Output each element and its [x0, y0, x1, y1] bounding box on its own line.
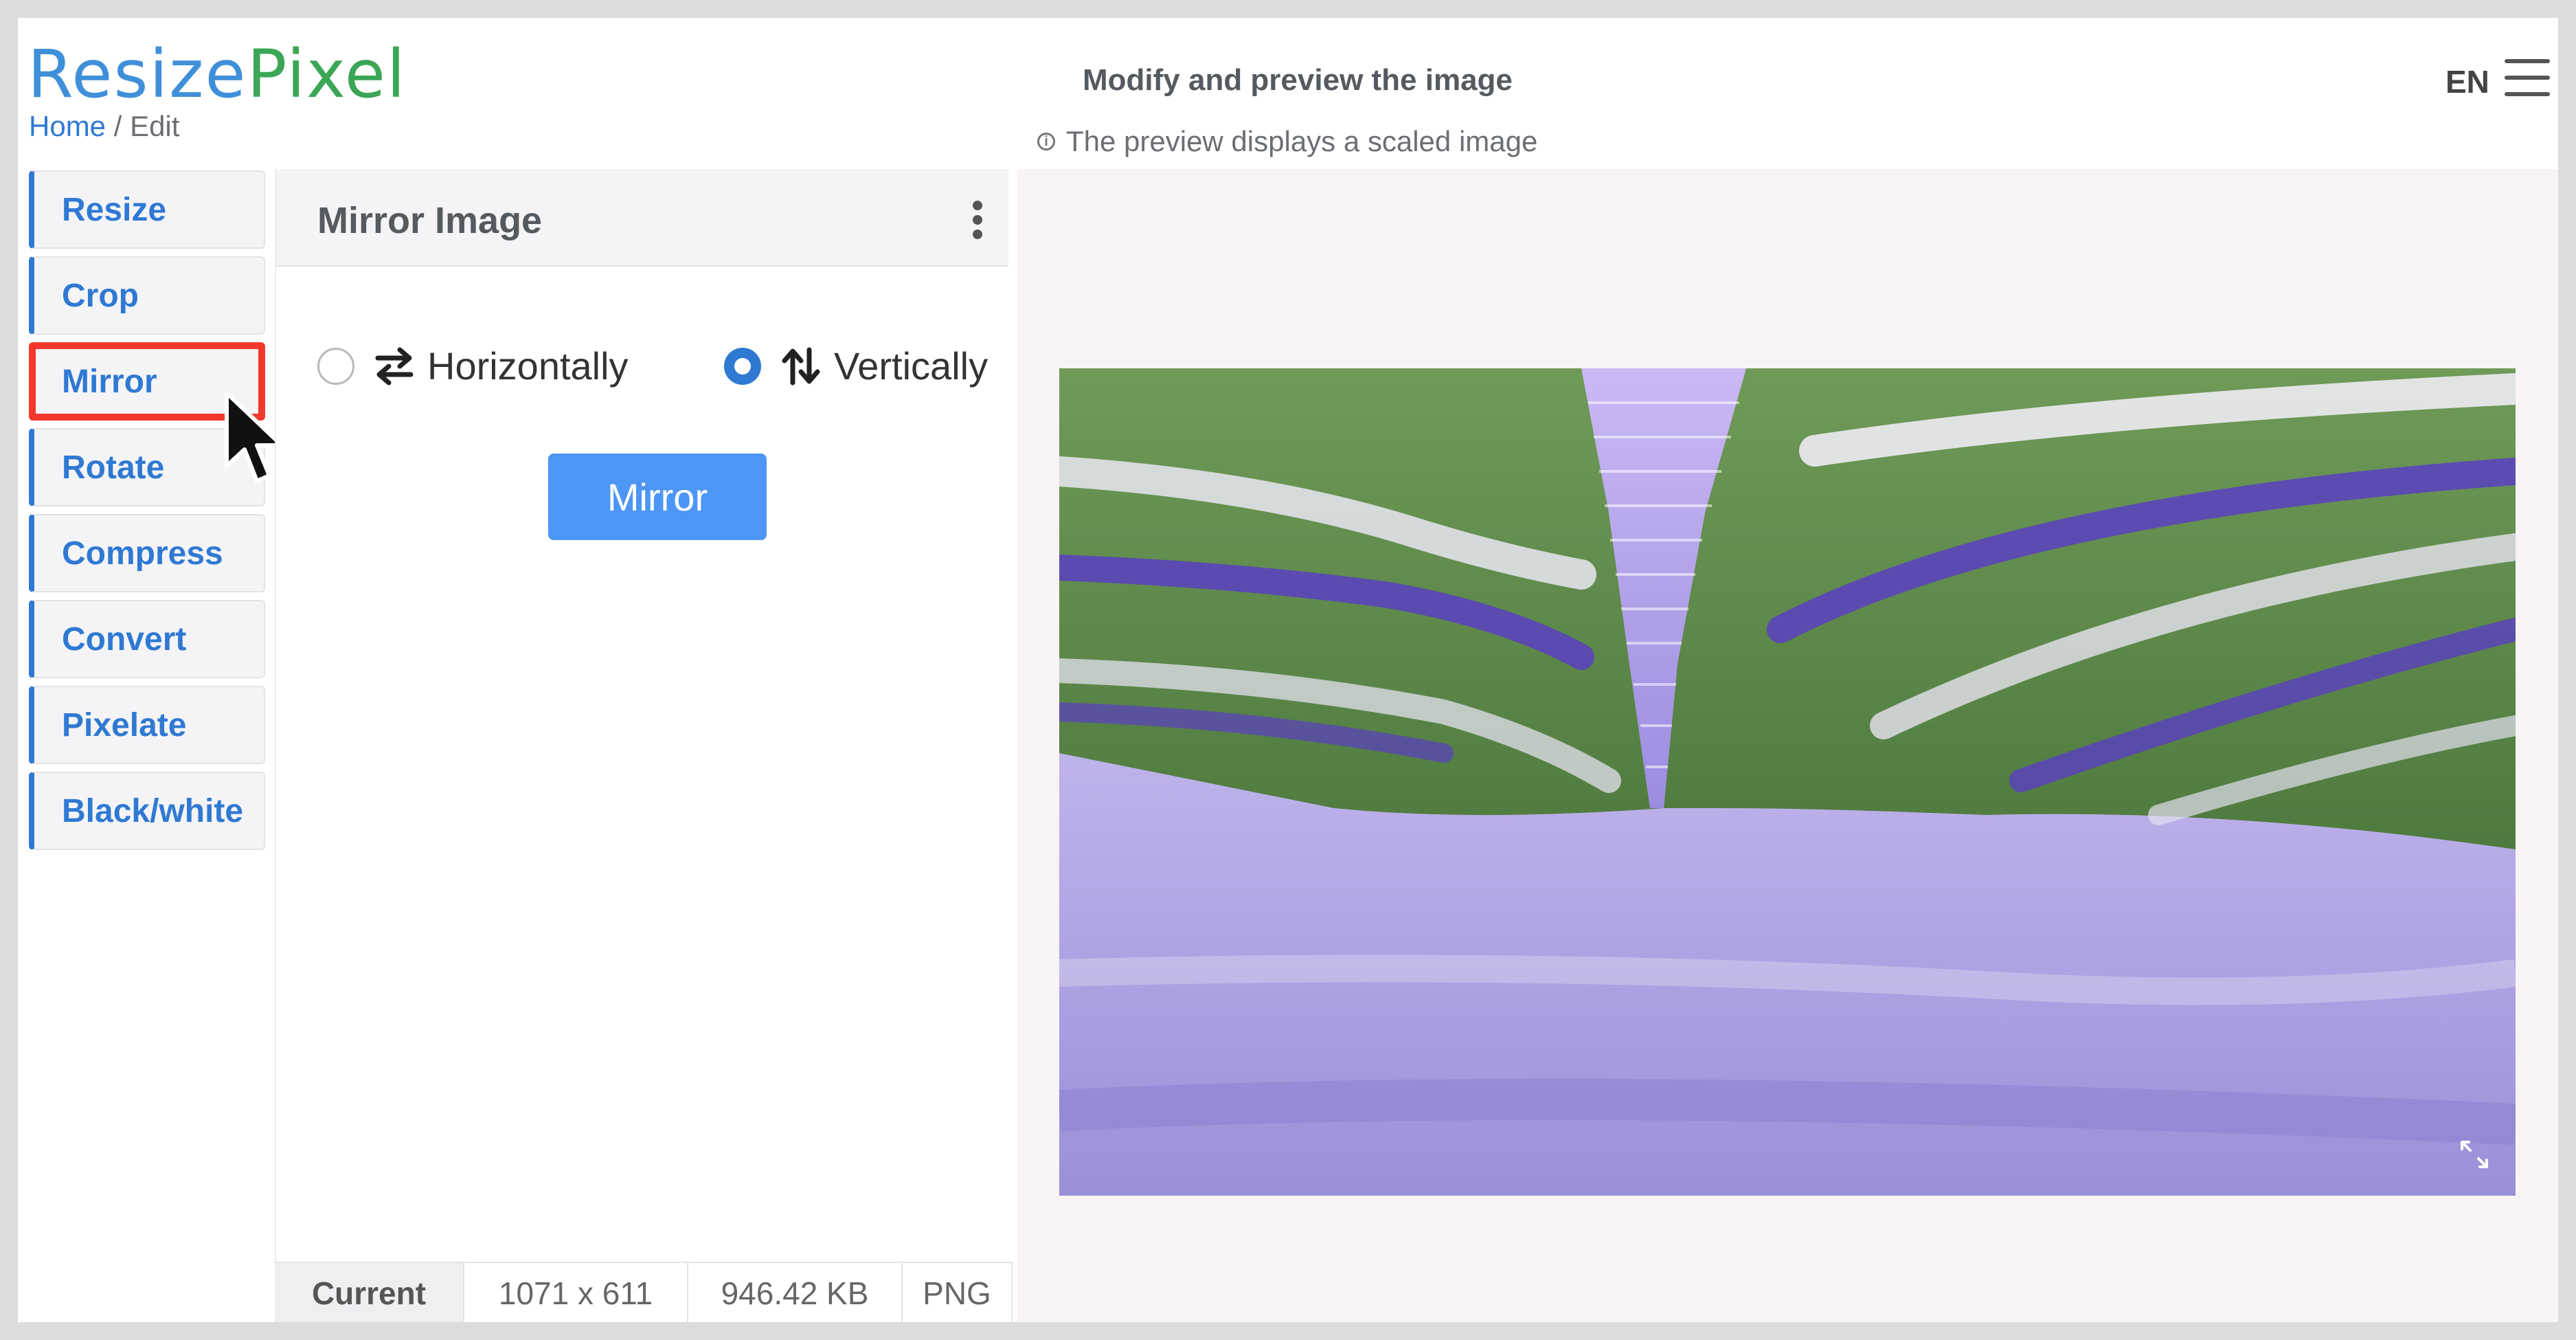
breadcrumb-separator: /: [106, 110, 131, 142]
radio-vertically[interactable]: [724, 347, 761, 385]
info-icon: i: [1037, 133, 1055, 150]
option-vertically[interactable]: Vertically: [724, 344, 988, 388]
panel-header: Mirror Image: [276, 169, 1008, 267]
breadcrumb-home-link[interactable]: Home: [29, 110, 106, 142]
sidebar-item-compress[interactable]: Compress: [29, 514, 265, 592]
sidebar-item-crop[interactable]: Crop: [29, 256, 265, 335]
swap-horizontal-icon: [375, 347, 414, 385]
app-window: ResizePixel Home / Edit Modify and previ…: [18, 18, 2558, 1322]
mirror-panel: Mirror Image Horizontally Vertically Mir…: [275, 169, 1008, 1317]
logo[interactable]: ResizePixel: [27, 36, 407, 113]
sidebar-item-resize[interactable]: Resize: [29, 170, 265, 249]
flipped-landscape-image: [1059, 368, 2516, 1196]
hamburger-menu-icon[interactable]: [2505, 59, 2550, 99]
preview-note-text: The preview displays a scaled image: [1066, 125, 1538, 157]
more-options-icon[interactable]: [971, 201, 984, 239]
breadcrumb-current: Edit: [130, 110, 180, 142]
status-format: PNG: [903, 1263, 1013, 1322]
sidebar-item-black-white[interactable]: Black/white: [29, 772, 265, 850]
status-dimensions: 1071 x 611: [464, 1263, 688, 1322]
sidebar-item-pixelate[interactable]: Pixelate: [29, 686, 265, 764]
label-horizontally: Horizontally: [427, 344, 629, 388]
preview-area: [1017, 169, 2558, 1322]
sidebar-item-convert[interactable]: Convert: [29, 600, 265, 678]
breadcrumb: Home / Edit: [29, 110, 179, 143]
page-title: Modify and preview the image: [1083, 63, 1513, 97]
preview-note: i The preview displays a scaled image: [1037, 125, 1537, 158]
swap-vertical-icon: [782, 347, 820, 385]
preview-image: [1059, 368, 2516, 1196]
language-selector[interactable]: EN: [2445, 63, 2489, 100]
status-current-label: Current: [275, 1263, 464, 1322]
fullscreen-expand-icon[interactable]: [2459, 1139, 2489, 1170]
status-file-size: 946.42 KB: [688, 1263, 903, 1322]
label-vertically: Vertically: [834, 344, 988, 388]
mirror-button[interactable]: Mirror: [548, 454, 767, 540]
option-horizontally[interactable]: Horizontally: [317, 344, 629, 388]
radio-horizontally[interactable]: [317, 347, 354, 385]
image-info-bar: Current 1071 x 611 946.42 KB PNG: [275, 1262, 1013, 1322]
panel-title: Mirror Image: [317, 200, 543, 241]
